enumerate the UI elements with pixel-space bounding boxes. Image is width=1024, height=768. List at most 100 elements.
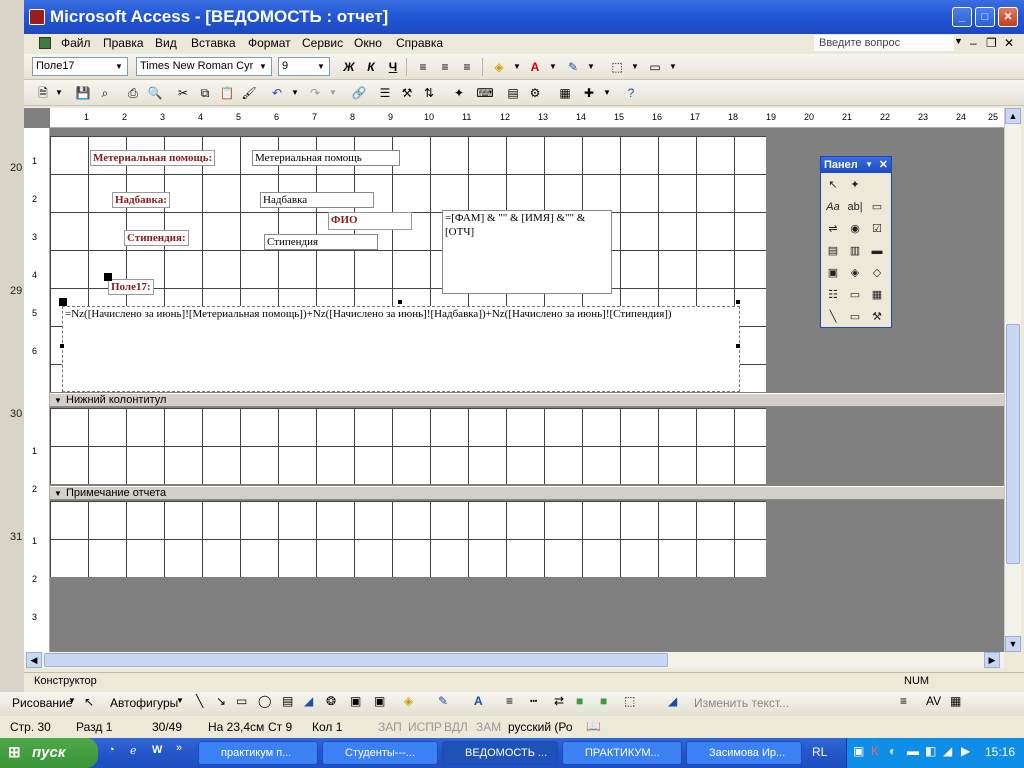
doc-close-icon[interactable]: ✕ <box>1004 36 1014 50</box>
maximize-button[interactable]: □ <box>975 7 995 27</box>
autoshapes-menu[interactable]: Автофигуры <box>110 696 178 710</box>
tray-app-icon[interactable]: ◧ <box>925 744 936 758</box>
menu-view[interactable]: Вид <box>155 36 177 50</box>
chevron-down-icon[interactable]: ▼ <box>314 59 328 74</box>
field-stipend[interactable]: Стипендия <box>264 234 378 250</box>
close-button[interactable]: ✕ <box>998 7 1018 27</box>
field-fio-expression[interactable]: =[ФАМ] & "" & [ИМЯ] &"" & [ОТЧ] <box>442 210 612 294</box>
menu-window[interactable]: Окно <box>354 36 382 50</box>
doc-minimize-icon[interactable]: – <box>970 36 977 50</box>
hyperlink-icon[interactable]: 🔗 <box>350 84 368 102</box>
underline-button[interactable]: Ч <box>384 58 402 76</box>
report-footer-section[interactable] <box>50 501 766 577</box>
help-search-input[interactable]: Введите вопрос <box>814 35 954 51</box>
chevron-down-icon[interactable]: ▼ <box>50 84 68 102</box>
toolbox-title[interactable]: Панел ▼ ✕ <box>821 157 891 173</box>
menu-format[interactable]: Формат <box>248 36 291 50</box>
control-wizard-icon[interactable]: ✦ <box>845 175 865 195</box>
textbox-icon[interactable]: ▤ <box>282 694 293 708</box>
resize-handle[interactable] <box>736 344 740 348</box>
dash-style-icon[interactable]: ┅ <box>530 694 537 708</box>
textbox-tool-icon[interactable]: ab| <box>845 197 865 217</box>
task-button[interactable]: Студенты---... <box>322 741 438 765</box>
clipart-icon[interactable]: ▣ <box>350 694 361 708</box>
command-button-icon[interactable]: ▬ <box>867 241 887 261</box>
label-fio[interactable]: ФИО <box>328 212 412 230</box>
language-indicator[interactable]: RL <box>812 745 827 759</box>
chevron-down-icon[interactable]: ▼ <box>582 58 600 76</box>
image-icon[interactable]: ▣ <box>823 263 843 283</box>
copy-icon[interactable]: ⧉ <box>196 84 214 102</box>
paste-icon[interactable]: 📋 <box>218 84 236 102</box>
chevron-down-icon[interactable]: ▼ <box>176 696 184 705</box>
picture-icon[interactable]: ▣ <box>374 694 385 708</box>
align-center-icon[interactable]: ≡ <box>436 58 454 76</box>
vertical-scrollbar[interactable]: ▲ ▼ <box>1004 108 1021 652</box>
label-material-aid[interactable]: Метериальная помощь: <box>90 150 216 166</box>
section-report-footer[interactable]: Примечание отчета <box>50 486 1004 500</box>
title-bar[interactable]: Microsoft Access - [ВЕДОМОСТЬ : отчет] _… <box>24 0 1024 34</box>
task-button[interactable]: практикум п... <box>198 741 318 765</box>
spacing-icon[interactable]: AV <box>926 694 941 708</box>
search-file-icon[interactable]: ⌕ <box>96 84 114 102</box>
tray-network-icon[interactable]: ▣ <box>853 744 864 758</box>
scroll-left-icon[interactable]: ◀ <box>26 652 42 668</box>
field-bonus[interactable]: Надбавка <box>260 192 374 208</box>
wordart-icon[interactable]: ◢ <box>304 694 313 708</box>
rectangle-icon[interactable]: ▭ <box>236 694 247 708</box>
quicklaunch-more-icon[interactable]: » <box>176 742 182 754</box>
line-color-icon[interactable]: ✎ <box>438 694 448 708</box>
fill-color-icon[interactable]: ◈ <box>404 694 413 708</box>
scroll-right-icon[interactable]: ▶ <box>984 652 1000 668</box>
scroll-thumb[interactable] <box>44 653 668 667</box>
move-handle[interactable] <box>59 298 67 306</box>
document-icon[interactable] <box>39 37 51 49</box>
bound-object-icon[interactable]: ◇ <box>867 263 887 283</box>
label-stipend[interactable]: Стипендия: <box>124 230 189 246</box>
line-color-icon[interactable]: ✎ <box>564 58 582 76</box>
border-style-icon[interactable]: ▭ <box>646 58 664 76</box>
chevron-down-icon[interactable]: ▼ <box>256 59 270 74</box>
combo-box-icon[interactable]: ▤ <box>823 241 843 261</box>
resize-handle[interactable] <box>60 344 64 348</box>
checkbox-icon[interactable]: ☑ <box>867 219 887 239</box>
scroll-down-icon[interactable]: ▼ <box>1005 636 1021 652</box>
line-tool-icon[interactable]: ╲ <box>823 307 843 327</box>
field-list-icon[interactable]: ☰ <box>376 84 394 102</box>
bold-button[interactable]: Ж <box>340 58 358 76</box>
change-text-button[interactable]: Изменить текст... <box>694 696 789 710</box>
page-break-icon[interactable]: ☷ <box>823 285 843 305</box>
resize-handle[interactable] <box>736 300 740 304</box>
chevron-down-icon[interactable]: ▼ <box>626 58 644 76</box>
tray-player-icon[interactable]: ▶ <box>961 744 970 758</box>
arrow-style-icon[interactable]: ⇄ <box>554 694 564 708</box>
tray-app-icon[interactable]: ▬ <box>907 744 919 758</box>
select-objects-icon[interactable]: ↖ <box>84 695 94 709</box>
fill-color-icon[interactable]: ◈ <box>490 58 508 76</box>
option-group-icon[interactable]: ▭ <box>867 197 887 217</box>
print-preview-icon[interactable]: 🔍 <box>146 84 164 102</box>
3d-icon[interactable]: ■ <box>600 694 607 708</box>
line-style-icon[interactable]: ≡ <box>506 694 513 708</box>
subreport-icon[interactable]: ▦ <box>867 285 887 305</box>
autoformat-icon[interactable]: ✦ <box>450 84 468 102</box>
unbound-object-icon[interactable]: ◈ <box>845 263 865 283</box>
menu-insert[interactable]: Вставка <box>191 36 236 50</box>
format-painter-icon[interactable]: 🖌 <box>240 84 258 102</box>
section-page-footer[interactable]: Нижний колонтитул <box>50 393 1004 407</box>
quicklaunch-outlook-icon[interactable]: ◔ <box>108 744 115 756</box>
font-select[interactable]: Times New Roman Cyr ▼ <box>136 57 272 76</box>
close-icon[interactable]: ✕ <box>879 157 888 173</box>
field-sum-expression[interactable]: =Nz([Начислено за июнь]![Метериальная по… <box>62 306 740 392</box>
chevron-down-icon[interactable]: ▼ <box>664 58 682 76</box>
toolbox-icon[interactable]: ⚒ <box>398 84 416 102</box>
chevron-down-icon[interactable]: ▼ <box>286 84 304 102</box>
line-icon[interactable]: ╲ <box>196 694 203 708</box>
radio-button-icon[interactable]: ◉ <box>845 219 865 239</box>
move-handle[interactable] <box>104 273 112 281</box>
rectangle-tool-icon[interactable]: ▭ <box>845 307 865 327</box>
diagram-icon[interactable]: ❂ <box>326 694 336 708</box>
chevron-down-icon[interactable]: ▼ <box>544 58 562 76</box>
wordart-edit-icon[interactable]: ◢ <box>668 694 677 708</box>
sorting-grouping-icon[interactable]: ⇅ <box>420 84 438 102</box>
